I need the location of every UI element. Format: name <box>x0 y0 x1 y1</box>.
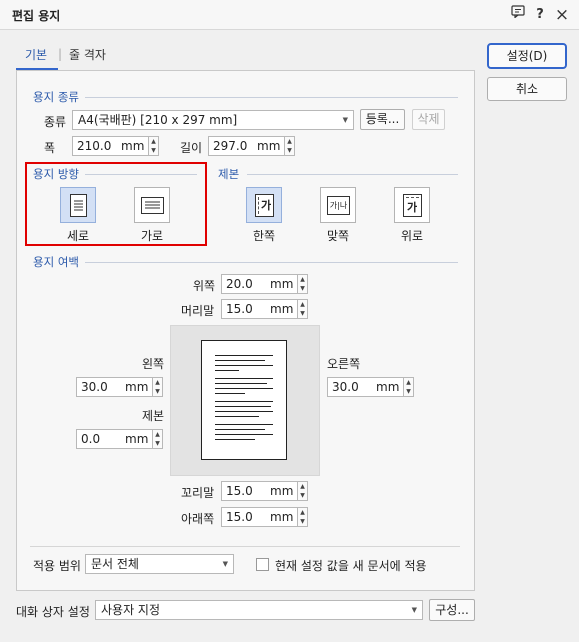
margin-right-input[interactable]: 30.0 mm ▲ ▼ <box>327 377 414 397</box>
width-value: 210.0 <box>77 139 112 153</box>
apply-scope-label: 적용 범위 <box>33 559 81 573</box>
margin-footer-label: 꼬리말 <box>181 486 215 500</box>
unit-label: mm <box>125 432 149 446</box>
margin-header-input[interactable]: 15.0 mm ▲ ▼ <box>221 299 308 319</box>
chevron-down-icon: ▼ <box>411 606 417 614</box>
section-divider <box>85 97 458 98</box>
paper-type-select[interactable]: A4(국배판) [210 x 297 mm] ▼ <box>72 110 354 130</box>
ok-button[interactable]: 설정(D) <box>487 43 567 69</box>
section-divider <box>85 262 458 263</box>
one-side-icon: 가 <box>255 194 274 217</box>
margin-left-label: 왼쪽 <box>142 357 165 371</box>
facing-icon: 가|나 <box>327 196 350 215</box>
height-value: 297.0 <box>213 139 248 153</box>
margins-title: 용지 여백 <box>33 255 79 269</box>
dialog-settings-select[interactable]: 사용자 지정 ▼ <box>95 600 423 620</box>
margin-bottom-value: 15.0 <box>226 510 253 524</box>
binding-one-side-label: 한쪽 <box>252 229 276 243</box>
margin-right-spinner[interactable]: ▲ ▼ <box>403 377 414 397</box>
margin-bottom-spinner[interactable]: ▲ ▼ <box>297 507 308 527</box>
configure-button[interactable]: 구성... <box>429 599 475 621</box>
delete-button[interactable]: 삭제 <box>412 109 445 130</box>
margin-top-spinner[interactable]: ▲ ▼ <box>297 274 308 294</box>
page-preview <box>201 340 287 460</box>
section-divider <box>30 546 460 547</box>
width-spinner[interactable]: ▲ ▼ <box>148 136 159 156</box>
section-divider <box>247 174 458 175</box>
chat-icon[interactable] <box>508 5 528 25</box>
height-label: 길이 <box>180 141 203 155</box>
margin-header-spinner[interactable]: ▲ ▼ <box>297 299 308 319</box>
margin-right-value: 30.0 <box>332 380 359 394</box>
unit-label: mm <box>270 302 294 316</box>
margin-footer-spinner[interactable]: ▲ ▼ <box>297 481 308 501</box>
width-input[interactable]: 210.0 mm ▲ ▼ <box>72 136 159 156</box>
margin-header-value: 15.0 <box>226 302 253 316</box>
binding-top-button[interactable]: 가 <box>394 187 430 223</box>
tab-separator: | <box>58 47 63 61</box>
dialog-settings-value: 사용자 지정 <box>101 603 161 617</box>
apply-new-doc-label: 현재 설정 값을 새 문서에 적용 <box>275 559 427 573</box>
help-icon[interactable]: ? <box>530 5 550 25</box>
unit-label: mm <box>270 484 294 498</box>
margin-gutter-spinner[interactable]: ▲ ▼ <box>152 429 163 449</box>
margin-bottom-label: 아래쪽 <box>181 512 215 526</box>
margin-footer-input[interactable]: 15.0 mm ▲ ▼ <box>221 481 308 501</box>
margin-right-label: 오른쪽 <box>327 357 361 371</box>
chevron-down-icon: ▼ <box>342 116 348 124</box>
margin-top-label: 위쪽 <box>193 279 216 293</box>
width-label: 폭 <box>44 141 56 155</box>
binding-facing-label: 맞쪽 <box>326 229 350 243</box>
cancel-button[interactable]: 취소 <box>487 77 567 101</box>
width-unit: mm <box>121 139 145 153</box>
apply-scope-value: 문서 전체 <box>91 557 139 571</box>
margin-gutter-label: 제본 <box>142 409 165 423</box>
margin-left-input[interactable]: 30.0 mm ▲ ▼ <box>76 377 163 397</box>
height-input[interactable]: 297.0 mm ▲ ▼ <box>208 136 295 156</box>
margin-header-label: 머리말 <box>181 304 215 318</box>
margin-gutter-value: 0.0 <box>81 432 101 446</box>
highlight-box <box>25 162 207 246</box>
tab-basic[interactable]: 기본 <box>25 46 47 63</box>
paper-type-title: 용지 종류 <box>33 90 79 104</box>
height-unit: mm <box>257 139 281 153</box>
margin-gutter-input[interactable]: 0.0 mm ▲ ▼ <box>76 429 163 449</box>
unit-label: mm <box>270 277 294 291</box>
binding-top-label: 위로 <box>400 229 424 243</box>
dialog-settings-label: 대화 상자 설정 <box>16 605 90 619</box>
close-icon[interactable]: × <box>552 5 572 25</box>
top-binding-icon: 가 <box>403 194 422 217</box>
apply-scope-select[interactable]: 문서 전체 ▼ <box>85 554 234 574</box>
unit-label: mm <box>270 510 294 524</box>
chevron-down-icon: ▼ <box>222 560 228 568</box>
margin-footer-value: 15.0 <box>226 484 253 498</box>
tab-line-grid[interactable]: 줄 격자 <box>69 46 106 63</box>
apply-new-doc-checkbox[interactable] <box>256 558 269 571</box>
margin-left-value: 30.0 <box>81 380 108 394</box>
margin-top-input[interactable]: 20.0 mm ▲ ▼ <box>221 274 308 294</box>
dialog-title: 편집 용지 <box>12 9 61 23</box>
paper-type-value: A4(국배판) [210 x 297 mm] <box>78 113 238 127</box>
paper-type-label: 종류 <box>44 115 67 129</box>
binding-facing-button[interactable]: 가|나 <box>320 187 356 223</box>
margin-top-value: 20.0 <box>226 277 253 291</box>
binding-one-side-button[interactable]: 가 <box>246 187 282 223</box>
register-button[interactable]: 등록... <box>360 109 405 130</box>
binding-title: 제본 <box>218 167 240 181</box>
margin-left-spinner[interactable]: ▲ ▼ <box>152 377 163 397</box>
unit-label: mm <box>376 380 400 394</box>
unit-label: mm <box>125 380 149 394</box>
margin-bottom-input[interactable]: 15.0 mm ▲ ▼ <box>221 507 308 527</box>
title-bar: 편집 용지 ? × <box>0 0 579 30</box>
height-spinner[interactable]: ▲ ▼ <box>284 136 295 156</box>
